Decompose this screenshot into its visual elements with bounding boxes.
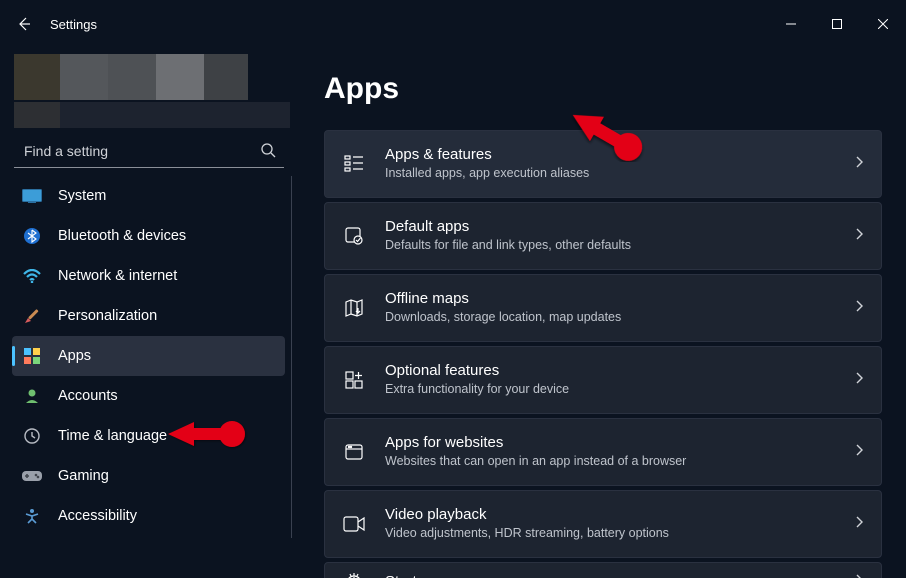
gaming-icon [22, 466, 42, 486]
card-startup[interactable]: Startup [324, 562, 882, 578]
card-apps-for-websites[interactable]: Apps for websitesWebsites that can open … [324, 418, 882, 486]
offline-maps-icon [343, 297, 365, 319]
apps-features-icon [343, 153, 365, 175]
chevron-right-icon [855, 443, 863, 461]
sidebar-item-accounts[interactable]: Accounts [12, 376, 285, 416]
card-offline-maps[interactable]: Offline mapsDownloads, storage location,… [324, 274, 882, 342]
redacted-block [60, 54, 108, 100]
nav: System Bluetooth & devices Network & inter… [12, 176, 292, 538]
card-subtitle: Defaults for file and link types, other … [385, 238, 835, 254]
sidebar-item-personalization[interactable]: Personalization [12, 296, 285, 336]
card-title: Video playback [385, 506, 835, 525]
optional-features-icon [343, 369, 365, 391]
chevron-right-icon [855, 299, 863, 317]
bluetooth-icon [22, 226, 42, 246]
chevron-right-icon [855, 227, 863, 245]
redacted-block [14, 102, 60, 128]
sidebar-item-label: Network & internet [58, 268, 177, 284]
titlebar: Settings [0, 0, 906, 48]
redacted-block [60, 102, 290, 128]
chevron-right-icon [855, 573, 863, 578]
card-subtitle: Video adjustments, HDR streaming, batter… [385, 526, 835, 542]
sidebar-item-time[interactable]: Time & language [12, 416, 285, 456]
profile-block[interactable] [14, 54, 290, 128]
card-text: Optional featuresExtra functionality for… [385, 362, 835, 397]
sidebar-item-label: Accounts [58, 388, 118, 404]
card-text: Apps & featuresInstalled apps, app execu… [385, 146, 835, 181]
card-apps-features[interactable]: Apps & featuresInstalled apps, app execu… [324, 130, 882, 198]
settings-window: Settings [0, 0, 906, 578]
redacted-block [14, 54, 60, 100]
sidebar-item-network[interactable]: Network & internet [12, 256, 285, 296]
profile-redacted-row [14, 54, 290, 100]
card-subtitle: Downloads, storage location, map updates [385, 310, 835, 326]
card-video-playback[interactable]: Video playbackVideo adjustments, HDR str… [324, 490, 882, 558]
accounts-icon [22, 386, 42, 406]
chevron-right-icon [855, 155, 863, 173]
card-title: Apps & features [385, 146, 835, 165]
titlebar-left: Settings [14, 14, 97, 34]
minimize-button[interactable] [768, 8, 814, 40]
card-subtitle: Installed apps, app execution aliases [385, 166, 835, 182]
sidebar-item-apps[interactable]: Apps [12, 336, 285, 376]
redacted-block [204, 54, 248, 100]
startup-icon [343, 571, 365, 578]
window-title: Settings [50, 17, 97, 32]
sidebar-item-label: Time & language [58, 428, 167, 444]
sidebar-item-gaming[interactable]: Gaming [12, 456, 285, 496]
back-button[interactable] [14, 14, 34, 34]
sidebar-item-label: Apps [58, 348, 91, 364]
card-title: Apps for websites [385, 434, 835, 453]
sidebar-item-accessibility[interactable]: Accessibility [12, 496, 285, 536]
card-title: Startup [385, 573, 835, 578]
card-subtitle: Extra functionality for your device [385, 382, 835, 398]
card-default-apps[interactable]: Default appsDefaults for file and link t… [324, 202, 882, 270]
redacted-block [108, 54, 156, 100]
time-icon [22, 426, 42, 446]
cards-list: Apps & featuresInstalled apps, app execu… [324, 130, 882, 578]
card-text: Video playbackVideo adjustments, HDR str… [385, 506, 835, 541]
sidebar-item-bluetooth[interactable]: Bluetooth & devices [12, 216, 285, 256]
sidebar: System Bluetooth & devices Network & inter… [0, 48, 300, 578]
default-apps-icon [343, 225, 365, 247]
body: System Bluetooth & devices Network & inter… [0, 48, 906, 578]
card-title: Optional features [385, 362, 835, 381]
search-wrap [14, 134, 290, 168]
maximize-button[interactable] [814, 8, 860, 40]
card-title: Offline maps [385, 290, 835, 309]
card-optional-features[interactable]: Optional featuresExtra functionality for… [324, 346, 882, 414]
accessibility-icon [22, 506, 42, 526]
main: Apps Apps & featuresInstalled apps, app … [300, 48, 906, 578]
card-text: Apps for websitesWebsites that can open … [385, 434, 835, 469]
sidebar-item-label: System [58, 188, 106, 204]
card-title: Default apps [385, 218, 835, 237]
page-title: Apps [324, 72, 882, 106]
sidebar-item-system[interactable]: System [12, 176, 285, 216]
redacted-block [156, 54, 204, 100]
chevron-right-icon [855, 371, 863, 389]
apps-icon [22, 346, 42, 366]
sidebar-item-label: Accessibility [58, 508, 137, 524]
video-playback-icon [343, 513, 365, 535]
system-icon [22, 186, 42, 206]
search-icon [260, 142, 276, 163]
network-icon [22, 266, 42, 286]
sidebar-item-label: Gaming [58, 468, 109, 484]
window-controls [768, 8, 906, 40]
personalization-icon [22, 306, 42, 326]
apps-for-websites-icon [343, 441, 365, 463]
chevron-right-icon [855, 515, 863, 533]
card-text: Offline mapsDownloads, storage location,… [385, 290, 835, 325]
card-text: Default appsDefaults for file and link t… [385, 218, 835, 253]
card-text: Startup [385, 573, 835, 578]
close-button[interactable] [860, 8, 906, 40]
sidebar-item-label: Bluetooth & devices [58, 228, 186, 244]
sidebar-item-label: Personalization [58, 308, 157, 324]
card-subtitle: Websites that can open in an app instead… [385, 454, 835, 470]
search-input[interactable] [14, 134, 284, 168]
